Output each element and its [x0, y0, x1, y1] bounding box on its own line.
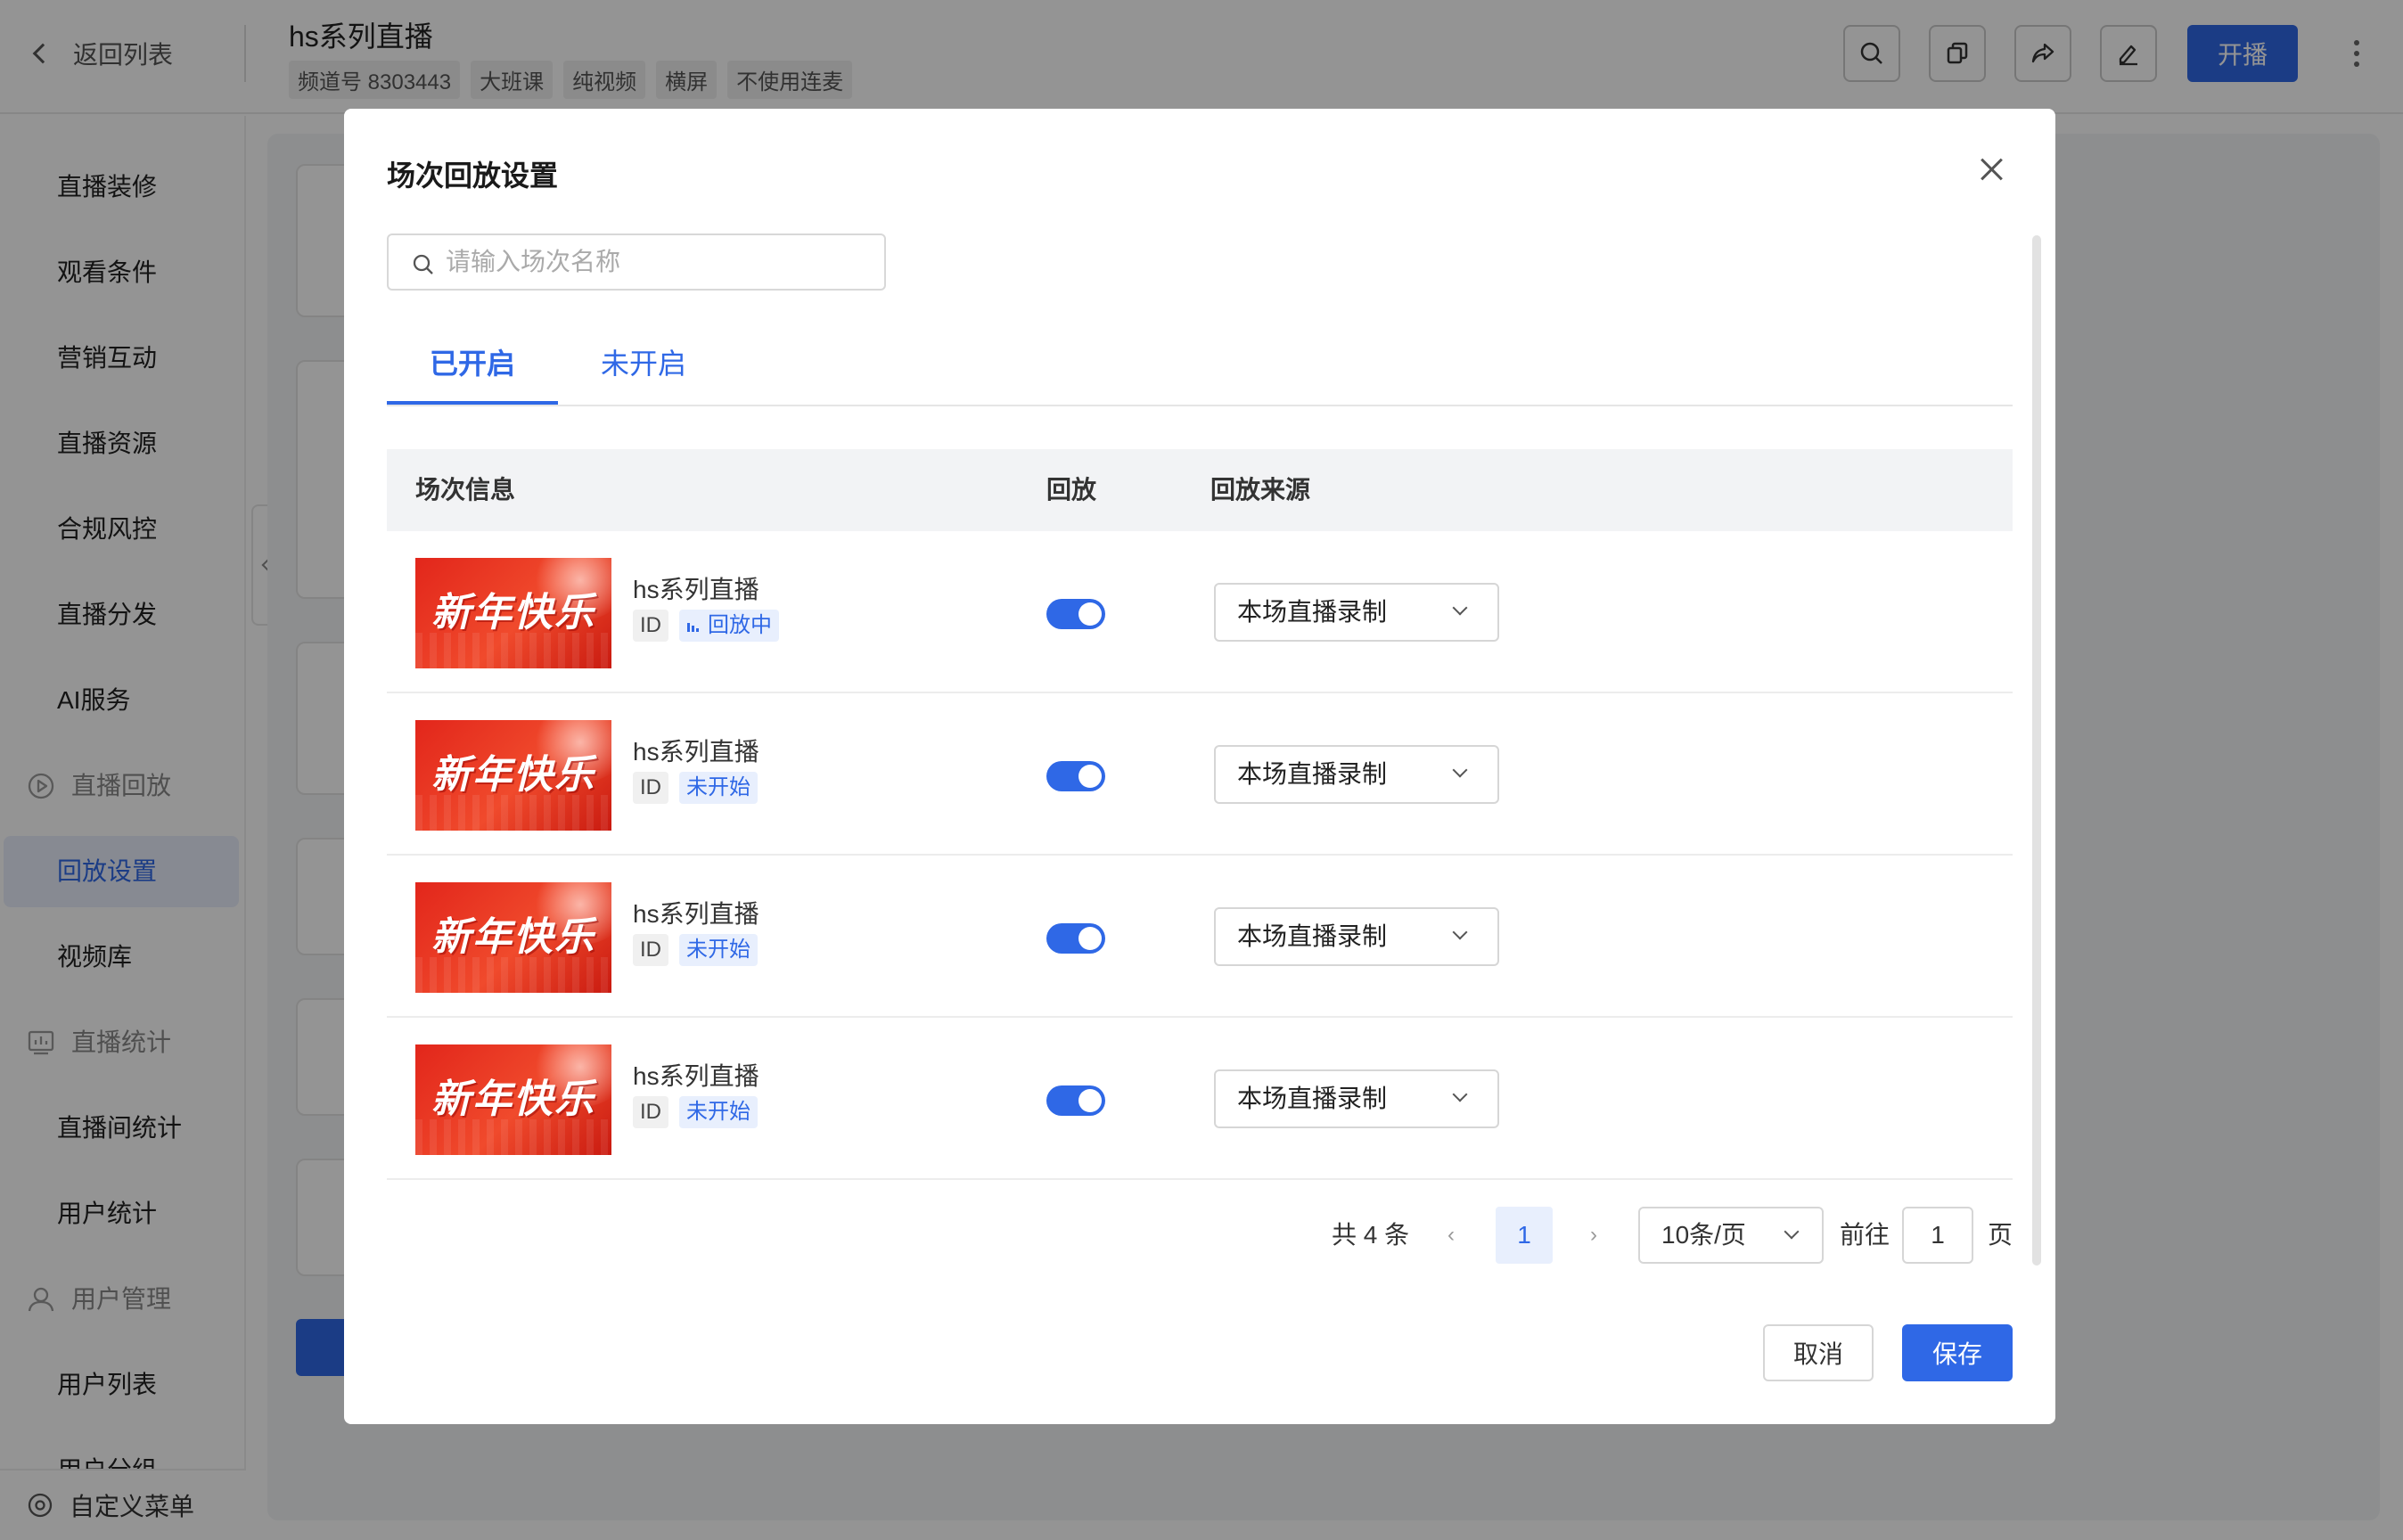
chevron-down-icon [1452, 762, 1468, 778]
status-badge: 回放中 [679, 610, 779, 642]
session-thumbnail: 新年快乐 [415, 1044, 611, 1155]
thumbnail-text: 新年快乐 [431, 1077, 595, 1121]
chevron-down-icon [1452, 1086, 1468, 1102]
column-session-info: 场次信息 [415, 476, 516, 504]
dialog-scrollbar[interactable] [2032, 235, 2041, 1266]
column-replay-source: 回放来源 [1210, 476, 1311, 504]
replay-source-select[interactable]: 本场直播录制 [1214, 907, 1499, 966]
goto-label: 前往 [1840, 1221, 1890, 1249]
select-value: 本场直播录制 [1237, 760, 1388, 788]
session-thumbnail: 新年快乐 [415, 720, 611, 831]
id-badge: ID [633, 610, 668, 642]
session-thumbnail: 新年快乐 [415, 882, 611, 993]
table-row: 新年快乐 hs系列直播 ID 未开始 本场直播录制 [387, 1018, 2013, 1180]
id-badge: ID [633, 934, 668, 966]
replay-toggle[interactable] [1046, 761, 1105, 791]
session-badges: ID 未开始 [633, 1096, 758, 1128]
replay-source-select[interactable]: 本场直播录制 [1214, 1069, 1499, 1128]
replay-toggle[interactable] [1046, 923, 1105, 954]
replay-toggle[interactable] [1046, 599, 1105, 629]
tab-enabled[interactable]: 已开启 [387, 337, 558, 405]
table-row: 新年快乐 hs系列直播 ID 回放中 本场直播录制 [387, 531, 2013, 693]
status-badge: 未开始 [679, 1096, 758, 1128]
session-title: hs系列直播 [633, 1062, 759, 1090]
table-header: 场次信息 回放 回放来源 [387, 449, 2013, 531]
tab-disabled[interactable]: 未开启 [558, 337, 729, 405]
id-badge: ID [633, 772, 668, 804]
table-row: 新年快乐 hs系列直播 ID 未开始 本场直播录制 [387, 693, 2013, 856]
session-badges: ID 未开始 [633, 772, 758, 804]
replay-source-select[interactable]: 本场直播录制 [1214, 745, 1499, 804]
replay-source-select[interactable]: 本场直播录制 [1214, 583, 1499, 642]
status-badge: 未开始 [679, 772, 758, 804]
session-title: hs系列直播 [633, 738, 759, 766]
status-badge: 未开始 [679, 934, 758, 966]
next-page-button[interactable]: › [1572, 1207, 1615, 1264]
cancel-button[interactable]: 取消 [1763, 1324, 1874, 1381]
pagination: 共 4 条 ‹ 1 › 10条/页 前往 页 [344, 1207, 2055, 1264]
replay-settings-dialog: 场次回放设置 已开启 未开启 场次信息 回放 回放来源 新年快乐 hs系列直播 … [344, 109, 2055, 1424]
session-badges: ID 未开始 [633, 934, 758, 966]
session-title: hs系列直播 [633, 576, 759, 603]
status-tabs: 已开启 未开启 [387, 337, 2013, 406]
session-title: hs系列直播 [633, 900, 759, 928]
sessions-table: 场次信息 回放 回放来源 新年快乐 hs系列直播 ID 回放中 本场直播录制 新… [387, 449, 2013, 1180]
id-badge: ID [633, 1096, 668, 1128]
goto-page-input[interactable] [1902, 1207, 1973, 1264]
select-value: 本场直播录制 [1237, 598, 1388, 626]
pagination-total: 共 4 条 [1332, 1221, 1410, 1249]
table-row: 新年快乐 hs系列直播 ID 未开始 本场直播录制 [387, 856, 2013, 1018]
session-thumbnail: 新年快乐 [415, 558, 611, 668]
page-number-button[interactable]: 1 [1496, 1207, 1553, 1264]
session-badges: ID 回放中 [633, 610, 779, 642]
save-button[interactable]: 保存 [1902, 1324, 2013, 1381]
column-replay: 回放 [1046, 476, 1097, 504]
status-text: 未开始 [686, 1100, 750, 1124]
chevron-down-icon [1452, 600, 1468, 616]
select-value: 本场直播录制 [1237, 1085, 1388, 1112]
thumbnail-text: 新年快乐 [431, 753, 595, 797]
chevron-down-icon [1452, 924, 1468, 940]
select-value: 本场直播录制 [1237, 922, 1388, 950]
status-text: 回放中 [708, 613, 772, 637]
status-text: 未开始 [686, 938, 750, 962]
chevron-down-icon [1784, 1224, 1800, 1240]
page-size-value: 10条/页 [1661, 1221, 1746, 1249]
prev-page-button[interactable]: ‹ [1430, 1207, 1472, 1264]
search-icon [413, 254, 433, 274]
close-icon[interactable] [1973, 152, 2009, 187]
status-text: 未开始 [686, 775, 750, 799]
page-unit-label: 页 [1988, 1221, 2013, 1249]
dialog-title: 场次回放设置 [387, 160, 559, 192]
page-size-select[interactable]: 10条/页 [1638, 1207, 1824, 1264]
thumbnail-text: 新年快乐 [431, 591, 595, 635]
search-input[interactable] [446, 242, 873, 282]
session-search [387, 233, 886, 291]
replay-toggle[interactable] [1046, 1085, 1105, 1116]
thumbnail-text: 新年快乐 [431, 915, 595, 959]
playing-bars-icon [687, 623, 699, 632]
